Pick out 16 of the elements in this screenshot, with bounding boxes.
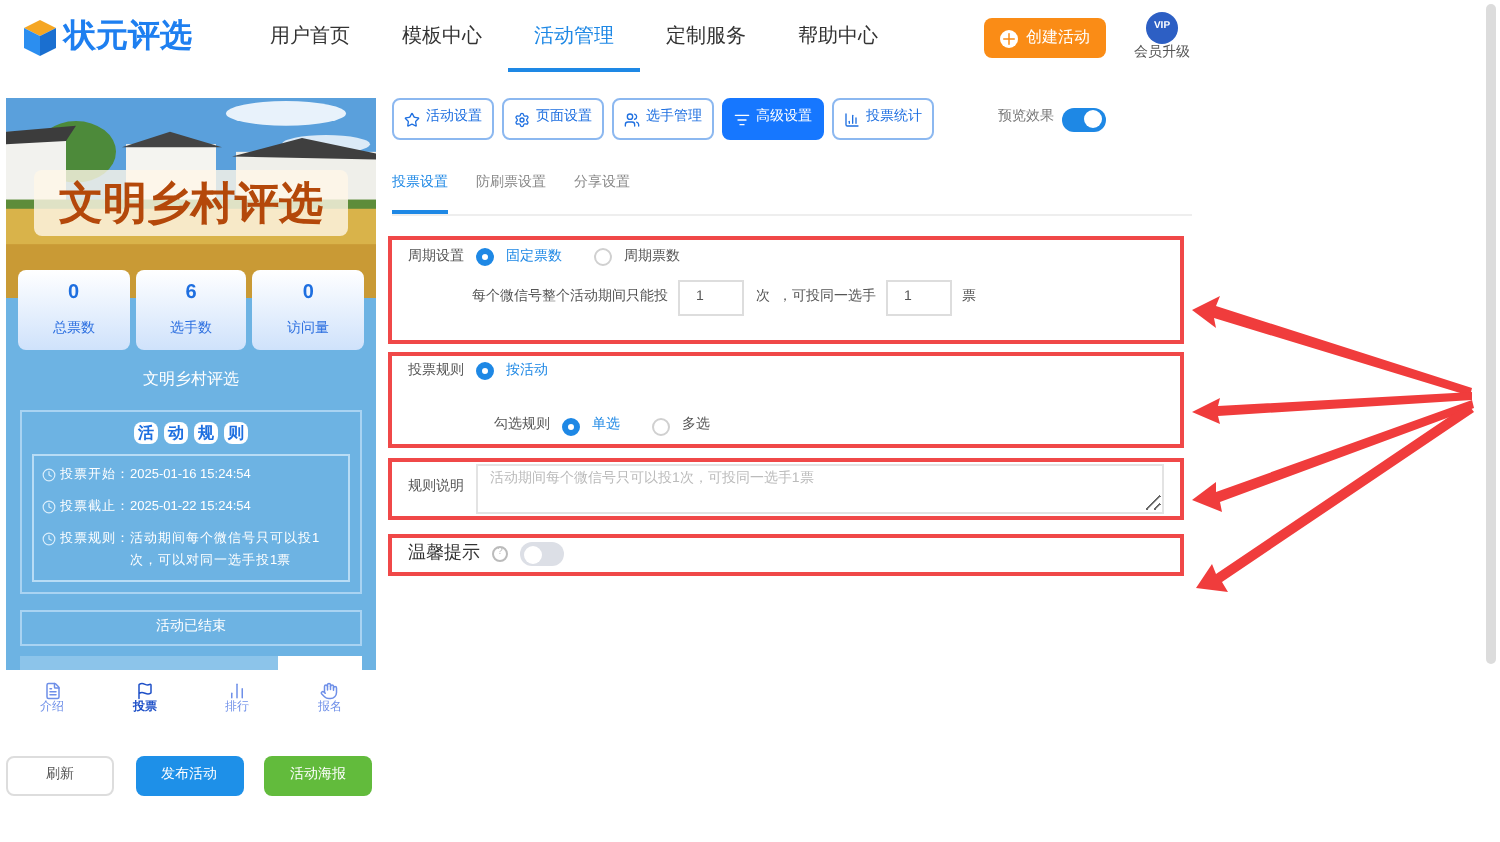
logo-text: 状元评选 (64, 17, 192, 58)
field-label: 温馨提示 (408, 540, 480, 567)
banner-title: 文明乡村评选 (34, 170, 348, 236)
nav-item[interactable]: 定制服务 (640, 5, 772, 71)
rules-heading-char: 动 (164, 422, 188, 444)
stat-value: 0 (68, 280, 80, 309)
stat-value: 0 (302, 280, 314, 309)
rules-heading-char: 规 (194, 422, 218, 444)
stat-value: 6 (185, 280, 197, 309)
rules-heading-char: 活 (134, 422, 158, 444)
nav-item[interactable]: 模板中心 (376, 5, 508, 71)
nav-item[interactable]: 用户首页 (244, 5, 376, 71)
nav-item[interactable]: 活动管理 (508, 5, 640, 71)
rules-heading-char: 则 (224, 422, 248, 444)
nav-item[interactable]: 帮助中心 (772, 5, 904, 71)
preview-title: 文明乡村评选 (141, 368, 241, 392)
